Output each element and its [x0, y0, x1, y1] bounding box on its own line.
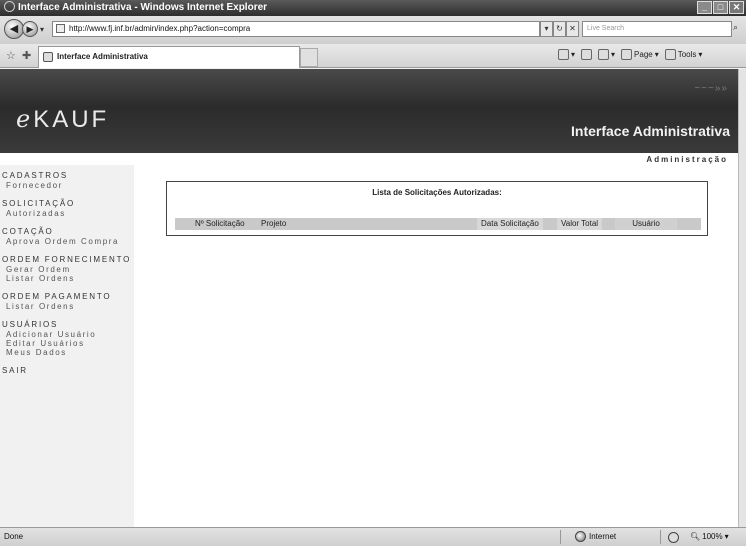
maximize-icon[interactable]: □: [713, 1, 728, 14]
address-dropdown-icon[interactable]: ▾: [540, 21, 553, 37]
tools-menu-label: Tools: [677, 50, 697, 59]
menu-heading-ordem-pagamento[interactable]: ORDEM PAGAMENTO: [0, 292, 134, 302]
column-header-numero: Nº Solicitação: [195, 219, 245, 228]
zone-label: Internet: [589, 532, 617, 541]
ie-logo-icon: [4, 1, 15, 12]
close-icon[interactable]: ✕: [729, 1, 744, 14]
status-divider: [660, 530, 661, 544]
zoom-level: 100%: [702, 532, 723, 541]
title-bar: Interface Administrativa - Windows Inter…: [0, 0, 746, 16]
forward-arrow-icon[interactable]: ▶: [22, 21, 38, 37]
menu-heading-ordem-fornecimento[interactable]: ORDEM FORNECIMENTO: [0, 255, 134, 265]
command-bar: ☆ ✚ Interface Administrativa ▾ ▾ Page ▾ T…: [0, 44, 746, 68]
menu-heading-solicitacao[interactable]: SOLICITAÇÃO: [0, 199, 134, 209]
address-toolbar: ◀ ▶ ▾ http://www.fj.inf.br/admin/index.p…: [0, 16, 746, 44]
security-zone[interactable]: Internet: [575, 531, 616, 542]
site-header: eKAUF ~~~»» Interface Administrativa: [0, 69, 738, 153]
page-menu-icon: [621, 49, 633, 60]
window-title: Interface Administrativa - Windows Inter…: [18, 2, 268, 13]
menu-heading-cotacao[interactable]: COTAÇÃO: [0, 227, 134, 237]
ekauf-logo: eKAUF: [16, 105, 109, 134]
address-actions: ▾ ↻ ✕: [540, 21, 579, 37]
command-buttons: ▾ ▾ Page ▾ Tools ▾: [558, 49, 702, 60]
search-placeholder: Live Search: [587, 25, 624, 32]
menu-group-ordem-fornecimento: ORDEM FORNECIMENTO Gerar Ordem Listar Or…: [0, 255, 134, 283]
status-divider: [560, 530, 561, 544]
menu-item-fornecedor[interactable]: Fornecedor: [0, 181, 134, 190]
column-header-projeto: Projeto: [261, 219, 287, 228]
menu-group-cotacao: COTAÇÃO Aprova Ordem Compra: [0, 227, 134, 246]
page-viewport: eKAUF ~~~»» Interface Administrativa Adm…: [0, 69, 738, 527]
page-icon: [56, 24, 65, 33]
status-text: Done: [4, 532, 24, 541]
column-header-data: Data Solicitação: [477, 218, 543, 230]
column-header-usuario: Usuário: [615, 218, 677, 230]
page-menu-button[interactable]: Page ▾: [621, 49, 659, 60]
menu-heading-usuarios[interactable]: USUÁRIOS: [0, 320, 134, 330]
page-menu-label: Page: [634, 50, 653, 59]
vertical-scrollbar[interactable]: [738, 69, 746, 527]
menu-item-editar-usuarios[interactable]: Editar Usuários: [0, 339, 134, 348]
search-icon[interactable]: ⌕: [733, 22, 738, 33]
list-title: Lista de Solicitações Autorizadas:: [372, 188, 502, 197]
zoom-dropdown-icon: ▾: [724, 532, 729, 541]
recent-pages-chevron-icon[interactable]: ▾: [40, 25, 44, 34]
table-header-row: Nº Solicitação Projeto Data Solicitação …: [175, 218, 701, 230]
administracao-link[interactable]: Administração: [646, 155, 728, 164]
menu-heading-cadastros[interactable]: CADASTROS: [0, 171, 134, 181]
menu-group-sair: SAIR: [0, 366, 134, 376]
column-header-valor: Valor Total: [557, 218, 603, 230]
refresh-icon[interactable]: ↻: [553, 21, 566, 37]
menu-item-listar-ordens-fornecimento[interactable]: Listar Ordens: [0, 274, 134, 283]
tab-interface-administrativa[interactable]: Interface Administrativa: [38, 46, 300, 68]
search-input[interactable]: Live Search: [582, 21, 732, 37]
address-url: http://www.fj.inf.br/admin/index.php?act…: [69, 24, 251, 33]
header-decoration-icon: ~~~»»: [694, 83, 728, 94]
menu-group-cadastros: CADASTROS Fornecedor: [0, 171, 134, 190]
menu-item-gerar-ordem[interactable]: Gerar Ordem: [0, 265, 134, 274]
sidebar-menu: CADASTROS Fornecedor SOLICITAÇÃO Autoriz…: [0, 165, 134, 527]
menu-group-solicitacao: SOLICITAÇÃO Autorizadas: [0, 199, 134, 218]
add-favorite-icon[interactable]: ✚: [22, 49, 31, 62]
stop-icon[interactable]: ✕: [566, 21, 579, 37]
menu-item-listar-ordens-pagamento[interactable]: Listar Ordens: [0, 302, 134, 311]
back-arrow-icon[interactable]: ◀: [4, 19, 24, 39]
window-controls: _ □ ✕: [697, 1, 744, 14]
favorites-star-icon[interactable]: ☆: [6, 49, 16, 62]
menu-heading-sair[interactable]: SAIR: [0, 366, 134, 376]
tab-label: Interface Administrativa: [57, 52, 148, 61]
zoom-control[interactable]: 🔍︎ 100% ▾: [690, 532, 729, 541]
tools-gear-icon: [664, 49, 676, 60]
globe-icon: [575, 531, 586, 542]
tab-page-icon: [43, 52, 53, 62]
home-button[interactable]: ▾: [558, 49, 575, 60]
print-icon: [598, 49, 610, 60]
menu-item-adicionar-usuario[interactable]: Adicionar Usuário: [0, 330, 134, 339]
address-bar[interactable]: http://www.fj.inf.br/admin/index.php?act…: [52, 21, 540, 37]
menu-item-autorizadas[interactable]: Autorizadas: [0, 209, 134, 218]
authorized-requests-panel: Lista de Solicitações Autorizadas: Nº So…: [166, 181, 708, 236]
menu-group-usuarios: USUÁRIOS Adicionar Usuário Editar Usuári…: [0, 320, 134, 357]
menu-item-meus-dados[interactable]: Meus Dados: [0, 348, 134, 357]
print-button[interactable]: ▾: [598, 49, 615, 60]
feeds-icon: [581, 49, 593, 60]
menu-group-ordem-pagamento: ORDEM PAGAMENTO Listar Ordens: [0, 292, 134, 311]
tools-menu-button[interactable]: Tools ▾: [664, 49, 702, 60]
logo-text: KAUF: [33, 106, 110, 133]
header-title: Interface Administrativa: [571, 123, 730, 139]
new-tab-button[interactable]: [300, 48, 318, 67]
status-bar: Done Internet 🔍︎ 100% ▾: [0, 527, 746, 546]
zoom-magnifier-icon: 🔍︎: [690, 532, 701, 541]
logo-prefix: e: [16, 105, 34, 133]
minimize-icon[interactable]: _: [697, 1, 712, 14]
feeds-button[interactable]: [581, 49, 593, 60]
menu-item-aprova-ordem-compra[interactable]: Aprova Ordem Compra: [0, 237, 134, 246]
home-icon: [558, 49, 569, 60]
protected-mode-icon[interactable]: [668, 532, 679, 543]
browser-window: Interface Administrativa - Windows Inter…: [0, 0, 746, 546]
